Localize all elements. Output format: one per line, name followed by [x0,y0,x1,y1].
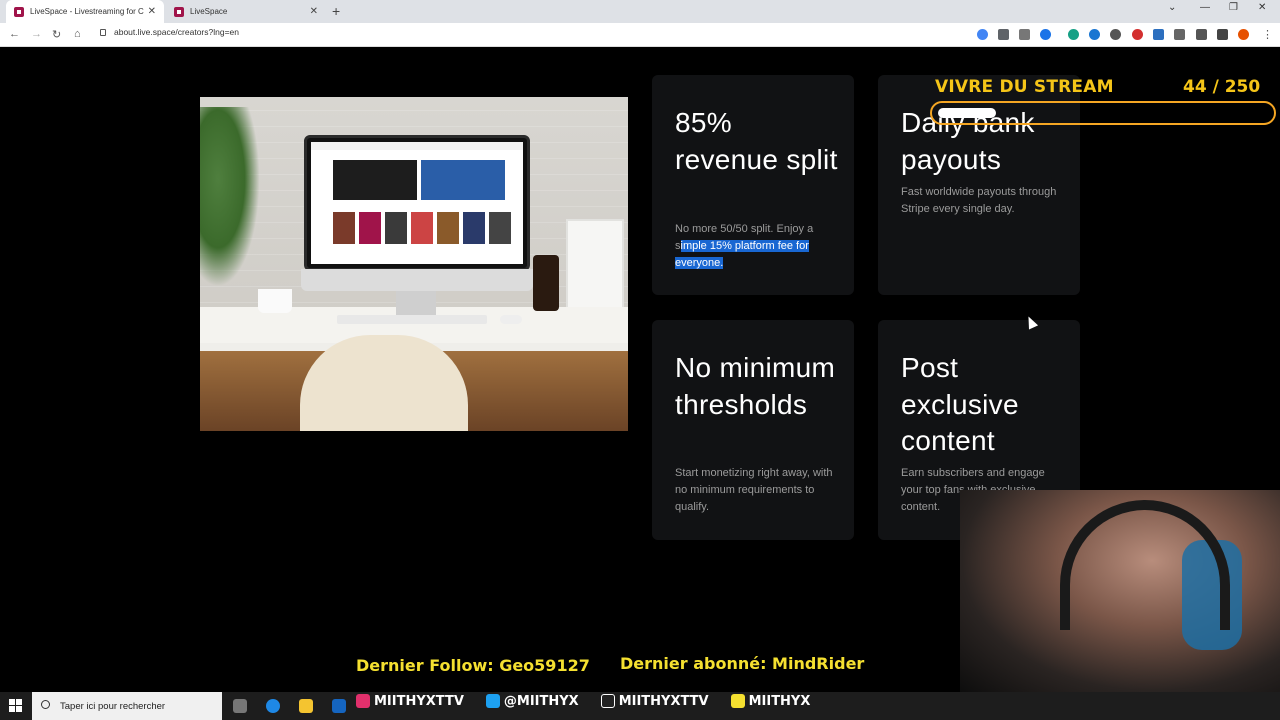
edge-icon[interactable] [266,699,280,713]
side-panel-icon[interactable] [1217,29,1228,40]
close-tab-icon[interactable]: ✕ [310,6,318,17]
feature-desc: No more 50/50 split. Enjoy a simple 15% … [675,223,814,269]
url-field[interactable]: about.live.space/creators?lng=en [100,27,239,37]
livespace-favicon-icon [174,6,184,17]
instagram-icon [356,694,370,708]
puzzle-icon[interactable] [1174,29,1185,40]
close-tab-icon[interactable]: ✕ [148,6,156,17]
feature-title: 85% revenue split [675,107,838,175]
extension-icon[interactable] [1132,29,1143,40]
home-button[interactable]: ⌂ [74,28,81,40]
minimize-button[interactable]: — [1200,2,1210,13]
back-button[interactable]: ← [9,28,20,40]
translate-icon[interactable] [998,29,1009,40]
google-icon[interactable] [977,29,988,40]
taskbar-search-input[interactable]: Taper ici pour rechercher [32,692,222,720]
share-icon[interactable] [1019,29,1030,40]
goal-progress-fill [938,108,996,118]
feature-desc: Fast worldwide payouts through Stripe ev… [901,186,1057,215]
last-sub-text: Dernier abonné: MindRider [620,654,865,673]
social-item: MIITHYX [730,694,810,709]
imac-monitor [304,135,530,271]
extension-icon[interactable] [1089,29,1100,40]
social-item: MIITHYXTTV [600,694,709,709]
extension-icon[interactable] [1068,29,1079,40]
restore-button[interactable]: ❐ [1229,2,1238,13]
reading-list-icon[interactable] [1196,29,1207,40]
desk-imac-photo [200,97,628,431]
tiktok-icon [600,694,615,708]
feature-desc: Start monetizing right away, with no min… [675,467,833,513]
task-view-icon[interactable] [233,699,247,713]
forward-button[interactable]: → [31,28,42,40]
tab-title: LiveSpace [190,7,228,16]
goal-progress-bar [930,101,1276,125]
selected-text: imple 15% platform fee for everyone. [675,240,809,269]
lock-icon [100,28,106,36]
feature-title: Post exclusive content [901,352,1019,456]
goal-count: 44 / 250 [1183,77,1261,97]
twitter-icon [485,694,500,708]
plant-decoration [200,107,260,287]
browser-tab-bar: LiveSpace - Livestreaming for Cr ✕ LiveS… [0,0,1280,23]
youtube-icon [730,694,745,708]
search-icon [41,700,50,709]
tab-livespace[interactable]: LiveSpace ✕ [166,0,326,23]
feature-card-thresholds: No minimum thresholds Start monetizing r… [652,320,854,540]
social-item: MIITHYXTTV [356,694,464,709]
tab-search-icon[interactable]: ⌄ [1168,2,1176,13]
url-text: about.live.space/creators?lng=en [114,27,239,37]
goal-label: VIVRE DU STREAM [935,77,1114,97]
extension-icon[interactable] [1153,29,1164,40]
search-placeholder: Taper ici pour rechercher [60,700,166,712]
feature-card-revenue: 85% revenue split No more 50/50 split. E… [652,75,854,295]
close-window-button[interactable]: ✕ [1258,2,1266,13]
tab-livespace-creators[interactable]: LiveSpace - Livestreaming for Cr ✕ [6,0,164,23]
livespace-favicon-icon [14,6,24,17]
social-handles: MIITHYXTTV @MIITHYX MIITHYXTTV MIITHYX [356,692,832,710]
last-follow-text: Dernier Follow: Geo59127 [356,656,590,675]
address-bar: ← → ↻ ⌂ about.live.space/creators?lng=en… [0,23,1280,47]
bookmark-star-icon[interactable] [1040,29,1051,40]
reload-button[interactable]: ↻ [52,28,61,41]
mail-icon[interactable] [332,699,346,713]
feature-title: No minimum thresholds [675,352,836,420]
tab-title: LiveSpace - Livestreaming for Cr [30,7,144,16]
social-item: @MIITHYX [485,694,579,709]
new-tab-button[interactable]: + [332,3,340,19]
windows-start-icon[interactable] [9,699,23,713]
profile-avatar[interactable] [1238,29,1249,40]
menu-icon[interactable]: ⋮ [1262,28,1273,41]
extension-icon[interactable] [1110,29,1121,40]
file-explorer-icon[interactable] [299,699,313,713]
